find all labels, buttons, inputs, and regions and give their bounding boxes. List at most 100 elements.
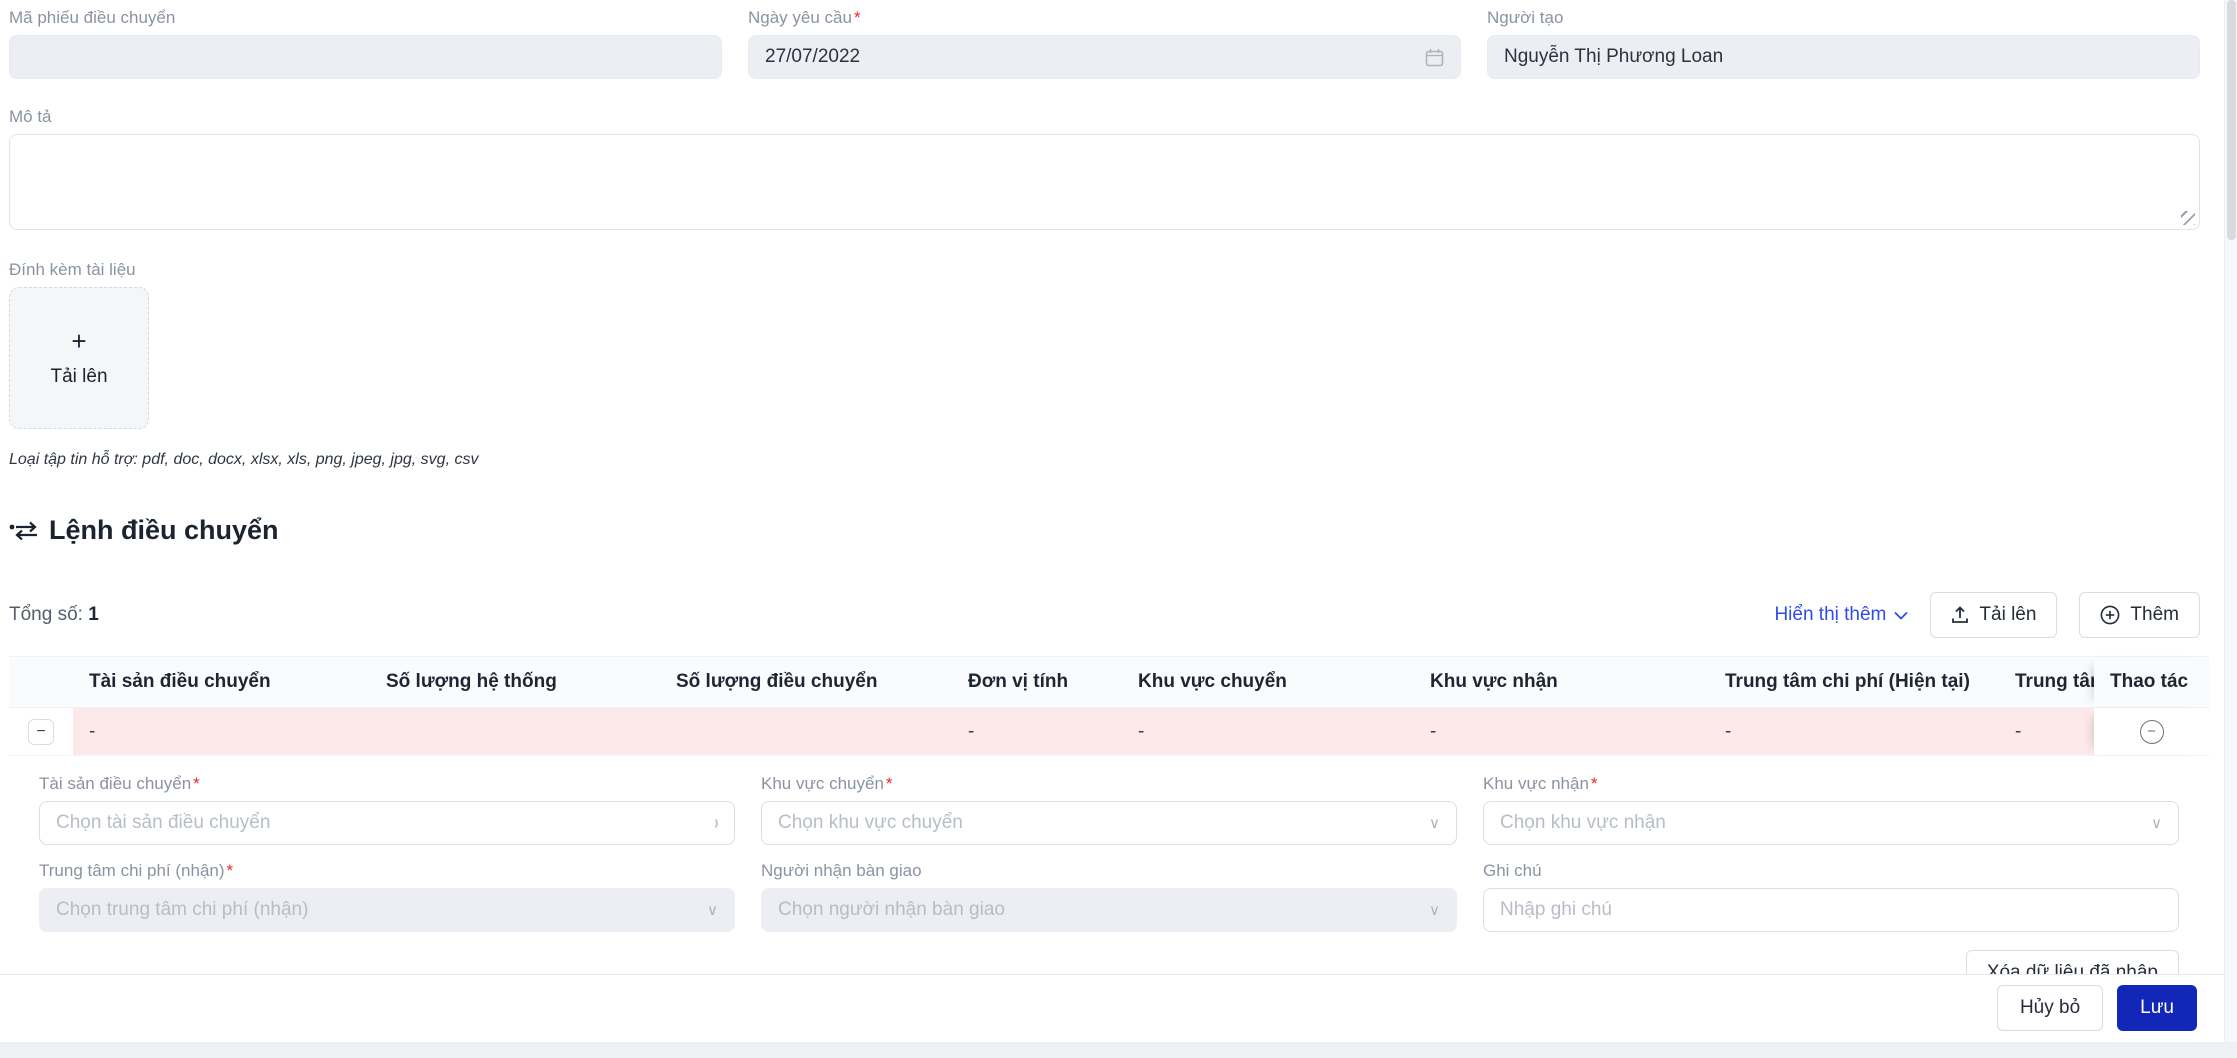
asset-select-placeholder: Chọn tài sản điều chuyển [56,812,271,833]
upload-icon [1951,606,1969,624]
field-transfer-code: Mã phiếu điều chuyển [9,8,722,79]
from-area-select-placeholder: Chọn khu vực chuyển [778,812,963,833]
required-asterisk: * [193,774,200,793]
transfer-order-form-page: Mã phiếu điều chuyển Ngày yêu cầu * 27/07… [0,0,2237,1058]
col-header-current-cost-center: Trung tâm chi phí (Hiện tại) [1725,671,1970,692]
cell-transfer-qty [660,708,952,755]
resize-handle[interactable] [2181,211,2195,225]
col-header-from-area: Khu vực chuyển [1138,671,1287,692]
col-header-receiving-cost-center: Trung tâm chi phí (nhận) [2015,671,2094,692]
receiving-cost-center-select: Chọn trung tâm chi phí (nhận) ∨ [39,888,735,932]
collapse-row-button[interactable]: − [28,718,54,745]
field-description: Mô tả [9,107,2200,230]
plus-circle-icon [2100,605,2120,625]
request-date-value: 27/07/2022 [765,46,861,67]
cell-current-cost-center: - [1709,708,1999,755]
plus-icon: + [71,326,87,356]
cell-receiving-cost-center: - [1999,708,2094,755]
total-count: Tổng số: 1 [9,604,99,626]
add-button-label: Thêm [2130,604,2179,625]
asset-label: Tài sản điều chuyển [39,774,192,793]
receiving-cost-center-placeholder: Chọn trung tâm chi phí (nhận) [56,899,309,920]
cell-unit: - [952,708,1122,755]
description-textarea[interactable] [9,134,2200,230]
section-header: Lệnh điều chuyển [9,515,2200,546]
section-title: Lệnh điều chuyển [49,515,279,545]
expand-column-header [9,657,73,707]
detail-field-from-area: Khu vực chuyển * Chọn khu vực chuyển ∨ [761,774,1457,845]
table-header-row: Tài sản điều chuyển Số lượng hệ thống Số… [9,656,2209,708]
upload-button-label: Tải lên [1979,604,2037,625]
upload-dropzone[interactable]: + Tải lên [9,287,149,429]
col-header-actions: Thao tác [2094,657,2209,707]
cell-asset: - [73,708,370,755]
top-field-row: Mã phiếu điều chuyển Ngày yêu cầu * 27/07… [9,8,2200,79]
expand-cell: − [9,708,73,755]
field-request-date: Ngày yêu cầu * 27/07/2022 [748,8,1461,79]
detail-field-receiver: Người nhận bàn giao Chọn người nhận bàn … [761,861,1457,932]
receiver-select-placeholder: Chọn người nhận bàn giao [778,899,1005,920]
col-header-to-area: Khu vực nhận [1430,671,1558,692]
page-bottom-strip [0,1042,2237,1058]
transfer-code-input[interactable] [9,35,722,79]
save-button-label: Lưu [2140,996,2174,1018]
cell-to-area: - [1414,708,1709,755]
chevron-down-icon: ∨ [1429,902,1440,919]
detail-field-note: Ghi chú [1483,861,2179,932]
cell-from-area: - [1122,708,1414,755]
col-header-asset: Tài sản điều chuyển [89,671,271,692]
receiver-label: Người nhận bàn giao [761,861,922,880]
show-more-link[interactable]: Hiển thị thêm [1774,604,1909,626]
required-asterisk: * [226,861,234,880]
total-label: Tổng số: [9,604,83,625]
cancel-button[interactable]: Hủy bỏ [1996,984,2104,1031]
chevron-down-icon [1894,611,1909,620]
col-header-transfer-qty: Số lượng điều chuyển [676,671,878,692]
show-more-label: Hiển thị thêm [1774,604,1887,625]
chevron-down-icon: ∨ [1429,815,1440,832]
add-button[interactable]: Thêm [2079,592,2200,638]
save-button[interactable]: Lưu [2117,984,2197,1031]
note-input[interactable] [1483,888,2179,932]
to-area-select-placeholder: Chọn khu vực nhận [1500,812,1666,833]
cell-actions: − [2094,708,2209,755]
creator-value: Nguyễn Thị Phương Loan [1504,46,1724,67]
from-area-label: Khu vực chuyển [761,774,884,793]
vertical-scrollbar[interactable] [2224,0,2237,1042]
col-header-system-qty: Số lượng hệ thống [386,671,557,692]
request-date-label: Ngày yêu cầu [748,8,852,27]
cell-system-qty [370,708,660,755]
to-area-select[interactable]: Chọn khu vực nhận ∨ [1483,801,2179,845]
vertical-scrollbar-thumb[interactable] [2227,0,2236,240]
request-date-input[interactable]: 27/07/2022 [748,35,1461,79]
detail-field-to-area: Khu vực nhận * Chọn khu vực nhận ∨ [1483,774,2179,845]
table-row: − - - - - - - − [9,708,2209,756]
loading-icon [705,816,718,830]
total-value: 1 [88,604,99,625]
attachments-label: Đính kèm tài liệu [9,260,136,279]
receiving-cost-center-label: Trung tâm chi phí (nhận) [39,861,225,880]
detail-field-asset: Tài sản điều chuyển * Chọn tài sản điều c… [39,774,735,845]
transfer-icon [9,518,39,544]
chevron-down-icon: ∨ [707,902,718,919]
table-toolbar: Tổng số: 1 Hiển thị thêm Tải lên Thêm [9,592,2200,638]
calendar-icon [1425,48,1444,67]
upload-button[interactable]: Tải lên [1930,592,2058,638]
remove-row-icon[interactable]: − [2139,719,2164,744]
required-asterisk: * [885,774,893,793]
transfer-code-label: Mã phiếu điều chuyển [9,8,176,27]
required-asterisk: * [1590,774,1598,793]
creator-label: Người tạo [1487,8,1564,27]
required-asterisk: * [853,8,861,27]
col-header-unit: Đơn vị tính [968,671,1069,692]
cancel-button-label: Hủy bỏ [2019,996,2081,1018]
receiver-select: Chọn người nhận bàn giao ∨ [761,888,1457,932]
from-area-select[interactable]: Chọn khu vực chuyển ∨ [761,801,1457,845]
to-area-label: Khu vực nhận [1483,774,1589,793]
creator-input: Nguyễn Thị Phương Loan [1487,35,2200,79]
detail-field-receiving-cost-center: Trung tâm chi phí (nhận) * Chọn trung tâm… [39,861,735,932]
field-attachments: Đính kèm tài liệu + Tải lên Loại tập tin… [9,260,2200,469]
chevron-down-icon: ∨ [2151,815,2162,832]
asset-select[interactable]: Chọn tài sản điều chuyển [39,801,735,845]
upload-dropzone-label: Tải lên [50,366,108,387]
